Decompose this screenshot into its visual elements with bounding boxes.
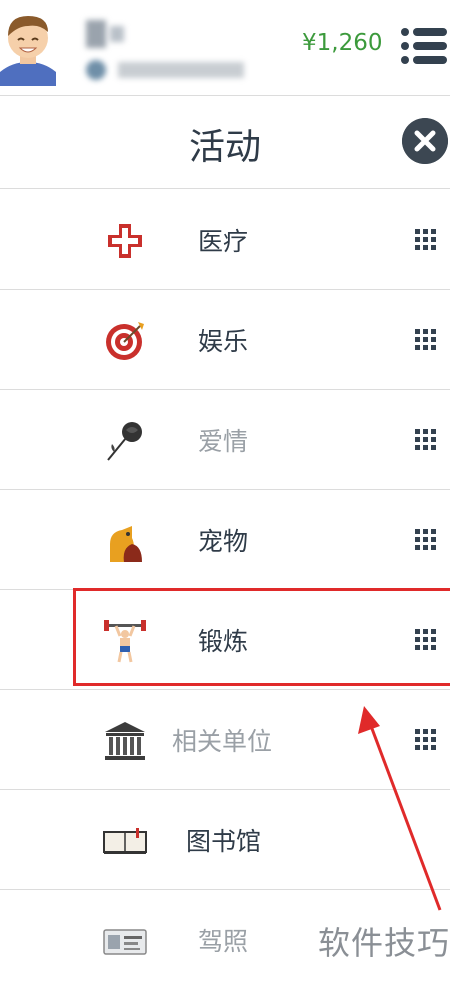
activity-row-love[interactable]: 爱情: [0, 390, 450, 490]
activity-row-pet[interactable]: 宠物: [0, 490, 450, 590]
panel-title: 活动: [188, 127, 261, 168]
activity-row-medical[interactable]: 医疗: [0, 190, 450, 290]
hamburger-list-icon[interactable]: [400, 26, 448, 66]
activity-label: 驾照: [198, 927, 249, 956]
avatar[interactable]: [0, 6, 56, 86]
rose-icon: [107, 422, 142, 461]
target-icon: [106, 322, 144, 360]
activity-label: 相关单位: [172, 727, 273, 756]
balance-amount: ¥1,260: [302, 30, 383, 56]
activity-label: 图书馆: [186, 827, 262, 856]
highlight-box: [73, 588, 450, 686]
watermark-text: 软件技巧: [318, 924, 450, 962]
license-card-icon: [103, 929, 147, 955]
activity-label: 医疗: [198, 227, 249, 256]
drag-handle-icon[interactable]: [414, 328, 438, 352]
activity-row-entertainment[interactable]: 娱乐: [0, 290, 450, 390]
drag-handle-icon[interactable]: [414, 528, 438, 552]
blurred-username: [86, 20, 244, 80]
panel-header: 活动: [0, 96, 450, 189]
annotation-arrow: [358, 706, 442, 911]
book-icon: [103, 828, 147, 854]
activity-label: 娱乐: [198, 327, 249, 356]
medical-cross-icon: [108, 224, 142, 258]
institution-icon: [105, 722, 145, 760]
activity-label: 宠物: [198, 527, 249, 556]
activity-label: 爱情: [198, 427, 249, 456]
drag-handle-icon[interactable]: [414, 228, 438, 252]
dog-icon: [110, 526, 142, 562]
close-icon[interactable]: [402, 118, 448, 164]
drag-handle-icon[interactable]: [414, 428, 438, 452]
top-bar: ¥1,260: [0, 0, 450, 96]
